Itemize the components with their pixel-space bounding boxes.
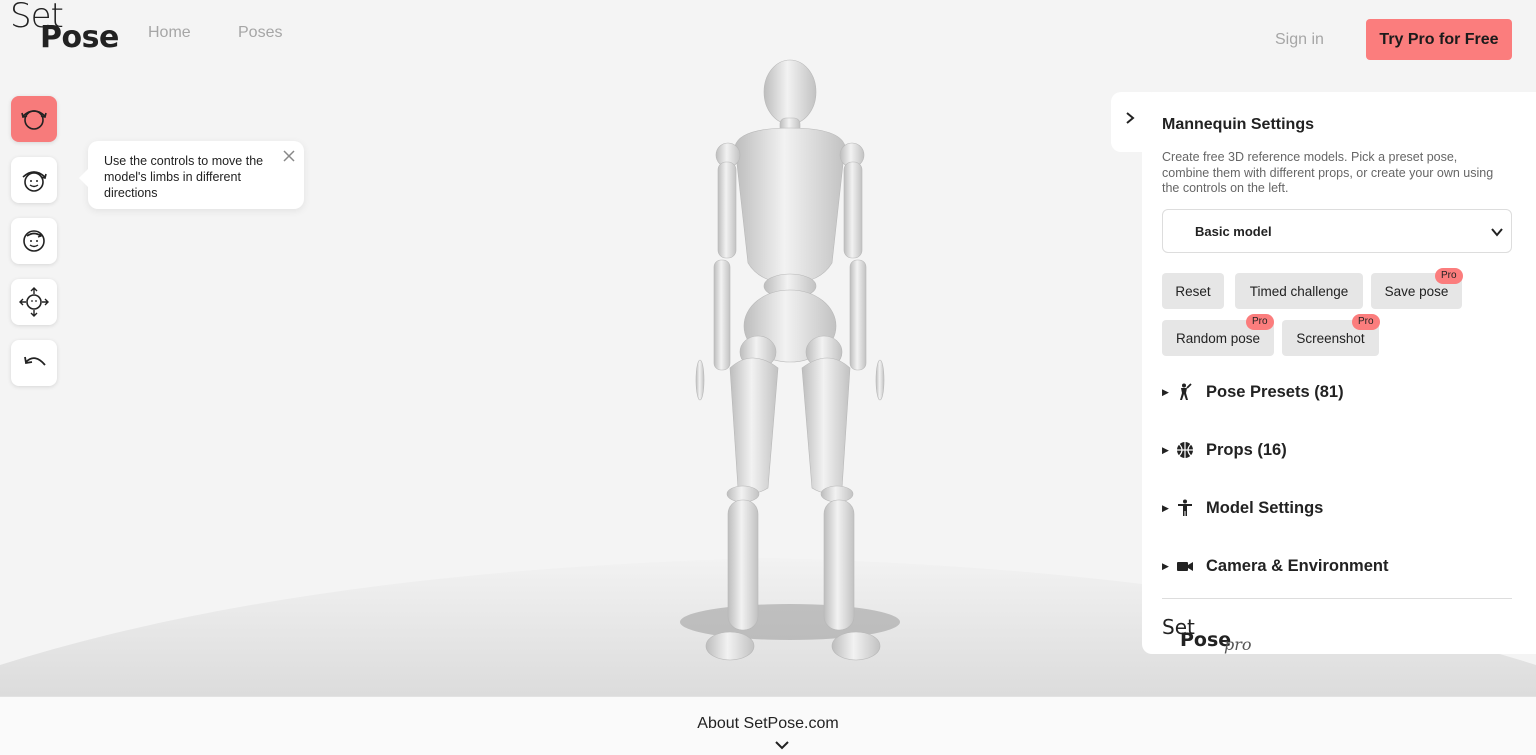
pose-presets-label: Pose Presets (81) — [1206, 382, 1344, 401]
model-select-value: Basic model — [1195, 224, 1272, 239]
model-settings-label: Model Settings — [1206, 498, 1324, 517]
expand-triangle-icon: ▶ — [1162, 502, 1169, 513]
move-head-icon — [22, 171, 47, 192]
chevron-right-icon — [1126, 112, 1135, 124]
camera-environment-label: Camera & Environment — [1206, 556, 1389, 575]
logo-pose-text: Pose — [40, 20, 119, 55]
chevron-down-icon[interactable] — [774, 739, 790, 751]
pro-badge: Pro — [1352, 314, 1380, 330]
try-pro-button[interactable]: Try Pro for Free — [1366, 19, 1512, 60]
camera-environment-section[interactable]: ▶ Camera & Environment — [1162, 553, 1388, 579]
expand-triangle-icon: ▶ — [1162, 444, 1169, 455]
props-label: Props (16) — [1206, 440, 1287, 459]
panel-divider — [1162, 598, 1512, 599]
rotate-head-icon — [21, 110, 47, 130]
pro-logo-pro: pro — [1224, 635, 1252, 654]
expand-triangle-icon: ▶ — [1162, 560, 1169, 571]
setpose-pro-logo: Set Pose pro — [1162, 615, 1282, 654]
rotate-head-tool-button[interactable] — [11, 96, 57, 142]
model-settings-section[interactable]: ▶ Model Settings — [1162, 495, 1323, 521]
chevron-down-icon — [1491, 228, 1503, 237]
panel-description: Create free 3D reference models. Pick a … — [1162, 150, 1494, 195]
mannequin-settings-panel: Mannequin Settings Create free 3D refere… — [1142, 92, 1536, 654]
nav-poses-link[interactable]: Poses — [238, 24, 282, 42]
controls-tooltip: Use the controls to move the model's lim… — [79, 141, 304, 209]
reset-button[interactable]: Reset — [1162, 273, 1224, 309]
undo-tool-button[interactable] — [11, 340, 57, 386]
twist-head-tool-button[interactable] — [11, 218, 57, 264]
panel-title: Mannequin Settings — [1162, 116, 1314, 133]
model-select[interactable]: Basic model — [1162, 209, 1512, 253]
close-icon[interactable] — [282, 149, 296, 163]
props-section[interactable]: ▶ Props (16) — [1162, 437, 1287, 463]
pose-figure-icon — [1180, 383, 1192, 400]
tooltip-text: Use the controls to move the model's lim… — [104, 154, 264, 200]
basketball-icon — [1177, 442, 1193, 458]
twist-head-icon — [23, 230, 45, 252]
move-all-icon — [19, 287, 49, 317]
footer: About SetPose.com — [0, 696, 1536, 755]
pro-badge: Pro — [1246, 314, 1274, 330]
undo-icon — [24, 356, 46, 366]
expand-triangle-icon: ▶ — [1162, 386, 1169, 397]
setpose-logo[interactable]: Set Pose — [10, 0, 120, 60]
mannequin-model[interactable] — [660, 58, 920, 668]
sign-in-link[interactable]: Sign in — [1275, 31, 1324, 49]
nav-home-link[interactable]: Home — [148, 24, 191, 42]
person-icon — [1178, 499, 1192, 516]
video-camera-icon — [1177, 562, 1193, 571]
timed-challenge-button[interactable]: Timed challenge — [1235, 273, 1363, 309]
pro-badge: Pro — [1435, 268, 1463, 284]
move-head-tool-button[interactable] — [11, 157, 57, 203]
move-all-tool-button[interactable] — [11, 279, 57, 325]
pose-presets-section[interactable]: ▶ Pose Presets (81) — [1162, 379, 1344, 405]
about-link[interactable]: About SetPose.com — [0, 715, 1536, 733]
